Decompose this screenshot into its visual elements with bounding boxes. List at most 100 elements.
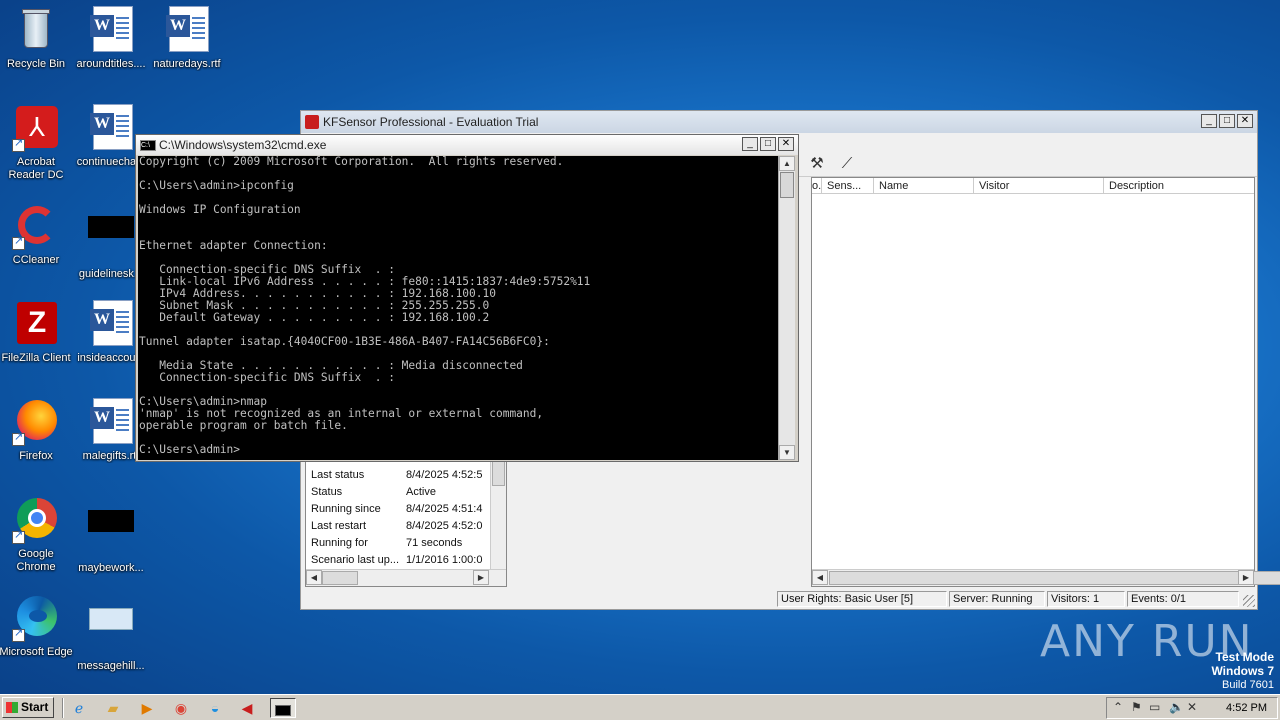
word-document-icon — [87, 398, 135, 446]
console-line: Ethernet adapter Connection: — [139, 239, 328, 252]
scroll-thumb[interactable] — [492, 460, 505, 486]
events-list-header: o... Sens... Name Visitor Description — [812, 178, 1254, 194]
property-value: 8/4/2025 4:51:4 — [406, 503, 483, 515]
property-key: Last restart — [311, 520, 367, 532]
close-button[interactable]: ✕ — [778, 137, 794, 151]
scroll-thumb[interactable] — [322, 571, 358, 585]
property-value: 71 seconds — [406, 537, 463, 549]
column-header[interactable]: Name — [874, 178, 974, 193]
scroll-right-icon[interactable]: ▶ — [1238, 570, 1254, 585]
column-header[interactable]: o... — [812, 178, 822, 193]
maximize-button[interactable]: □ — [760, 137, 776, 151]
properties-hscrollbar[interactable]: ◀ ▶ — [306, 569, 506, 586]
tray-expand-icon[interactable]: ⌃ — [1113, 700, 1123, 714]
security-icon[interactable]: ✕ — [1187, 700, 1197, 714]
property-key: Running for — [311, 537, 368, 549]
console-vscrollbar[interactable]: ▲ ▼ — [778, 156, 795, 460]
console-line: Connection-specific DNS Suffix . : — [139, 371, 395, 384]
clock[interactable]: 4:52 PM — [1226, 702, 1267, 714]
desktop-icon-label: messagehill... — [77, 660, 145, 672]
desktop-icon-label: Microsoft Edge — [0, 646, 73, 658]
action-center-flag-icon[interactable]: ⚑ — [1131, 700, 1142, 714]
properties-vscrollbar[interactable] — [490, 458, 506, 570]
desktop-icon-label: Acrobat Reader DC — [8, 156, 64, 181]
status-visitors: Visitors: 1 — [1047, 591, 1125, 607]
test-mode-watermark: Test Mode Windows 7 Build 7601 — [1211, 651, 1274, 692]
desktop-icon-label: FileZilla Client — [1, 352, 71, 364]
firefox-icon — [12, 398, 60, 446]
desktop-icon-filezilla[interactable]: Z FileZilla Client — [0, 300, 74, 365]
word-document-icon — [87, 104, 135, 152]
desktop-icon-label: CCleaner — [12, 254, 60, 266]
watermark-line: Windows 7 — [1211, 664, 1274, 678]
edge-icon[interactable]: ◒ — [202, 698, 228, 718]
column-header[interactable]: Description — [1104, 178, 1254, 193]
desktop-icon-firefox[interactable]: Firefox — [0, 398, 74, 463]
desktop-icon-maybework[interactable]: maybework... — [73, 496, 149, 575]
desktop-icon-label: Recycle Bin — [6, 58, 66, 70]
desktop-icon-aroundtitles[interactable]: aroundtitles.... — [73, 6, 149, 71]
kfsensor-taskbar-icon[interactable]: ◀ — [234, 698, 260, 718]
scroll-up-icon[interactable]: ▲ — [779, 156, 795, 171]
volume-icon[interactable]: 🔈 — [1169, 700, 1184, 714]
property-value: Active — [406, 486, 436, 498]
status-user-rights: User Rights: Basic User [5] — [777, 591, 947, 607]
desktop-icon-label: naturedays.rtf — [153, 58, 221, 70]
console-line: Tunnel adapter isatap.{4040CF00-1B3E-486… — [139, 335, 550, 348]
kfsensor-statusbar: User Rights: Basic User [5] Server: Runn… — [301, 589, 1257, 609]
property-value: 8/4/2025 4:52:0 — [406, 520, 483, 532]
network-icon[interactable]: ▭ — [1149, 700, 1160, 714]
scroll-right-icon[interactable]: ▶ — [473, 570, 489, 585]
desktop-icon-messagehill[interactable]: messagehill... — [73, 594, 149, 673]
minimize-button[interactable]: _ — [1201, 114, 1217, 128]
desktop-icon-recycle-bin[interactable]: Recycle Bin — [0, 6, 74, 71]
cmd-window[interactable]: C:\ C:\Windows\system32\cmd.exe _ □ ✕ Co… — [135, 134, 799, 462]
scroll-left-icon[interactable]: ◀ — [812, 570, 828, 585]
scroll-down-icon[interactable]: ▼ — [779, 445, 795, 460]
desktop-icon-acrobat[interactable]: ⅄ Acrobat Reader DC — [0, 104, 74, 182]
image-thumbnail-icon — [87, 608, 135, 656]
property-key: Last status — [311, 469, 365, 481]
cmd-app-icon: C:\ — [140, 139, 156, 151]
close-button[interactable]: ✕ — [1237, 114, 1253, 128]
scroll-thumb[interactable] — [829, 571, 1280, 585]
property-row: Running for 71 seconds — [306, 537, 491, 554]
desktop-icon-ccleaner[interactable]: CCleaner — [0, 202, 74, 267]
word-document-icon — [163, 6, 211, 54]
events-list-hscrollbar[interactable]: ◀ ▶ — [812, 569, 1280, 586]
console-line: C:\Users\admin> — [139, 443, 241, 456]
resize-grip-icon[interactable] — [1243, 595, 1255, 607]
kfsensor-window-controls: _ □ ✕ — [1201, 114, 1253, 128]
tools-icon[interactable]: ⚒ — [807, 155, 827, 173]
column-header[interactable]: Visitor — [974, 178, 1104, 193]
chrome-icon[interactable]: ◉ — [168, 698, 194, 718]
cmd-taskbar-icon[interactable] — [270, 698, 296, 718]
status-server: Server: Running — [949, 591, 1045, 607]
sensor-properties-panel[interactable]: Sensor KFSensor Last status 8/4/2025 4:5… — [305, 457, 507, 587]
maximize-button[interactable]: □ — [1219, 114, 1235, 128]
wand-icon[interactable]: ⟋ — [837, 155, 857, 173]
events-list[interactable]: o... Sens... Name Visitor Description ◀ … — [811, 177, 1280, 587]
console-output[interactable]: Copyright (c) 2009 Microsoft Corporation… — [138, 156, 778, 460]
minimize-button[interactable]: _ — [742, 137, 758, 151]
ie-icon[interactable]: ℯ — [66, 698, 92, 718]
media-player-icon[interactable]: ▶ — [134, 698, 160, 718]
column-header[interactable]: Sens... — [822, 178, 874, 193]
explorer-folder-icon[interactable]: ▰ — [100, 698, 126, 718]
console-line: Windows IP Configuration — [139, 203, 301, 216]
word-document-icon — [87, 6, 135, 54]
desktop-icon-label: maybework... — [78, 562, 144, 574]
desktop-icon-label: aroundtitles.... — [76, 58, 146, 70]
scroll-thumb[interactable] — [780, 172, 794, 198]
desktop-icon-chrome[interactable]: Google Chrome — [0, 496, 74, 574]
status-events: Events: 0/1 — [1127, 591, 1239, 607]
property-row: Running since 8/4/2025 4:51:4 — [306, 503, 491, 520]
kfsensor-titlebar[interactable]: KFSensor Professional - Evaluation Trial — [301, 111, 1257, 133]
property-row: Last status 8/4/2025 4:52:5 — [306, 469, 491, 486]
cmd-titlebar[interactable]: C:\ C:\Windows\system32\cmd.exe — [136, 135, 798, 155]
desktop-icon-naturedays[interactable]: naturedays.rtf — [149, 6, 225, 71]
desktop-icon-edge[interactable]: Microsoft Edge — [0, 594, 74, 659]
start-button[interactable]: Start — [2, 697, 54, 718]
scroll-left-icon[interactable]: ◀ — [306, 570, 322, 585]
